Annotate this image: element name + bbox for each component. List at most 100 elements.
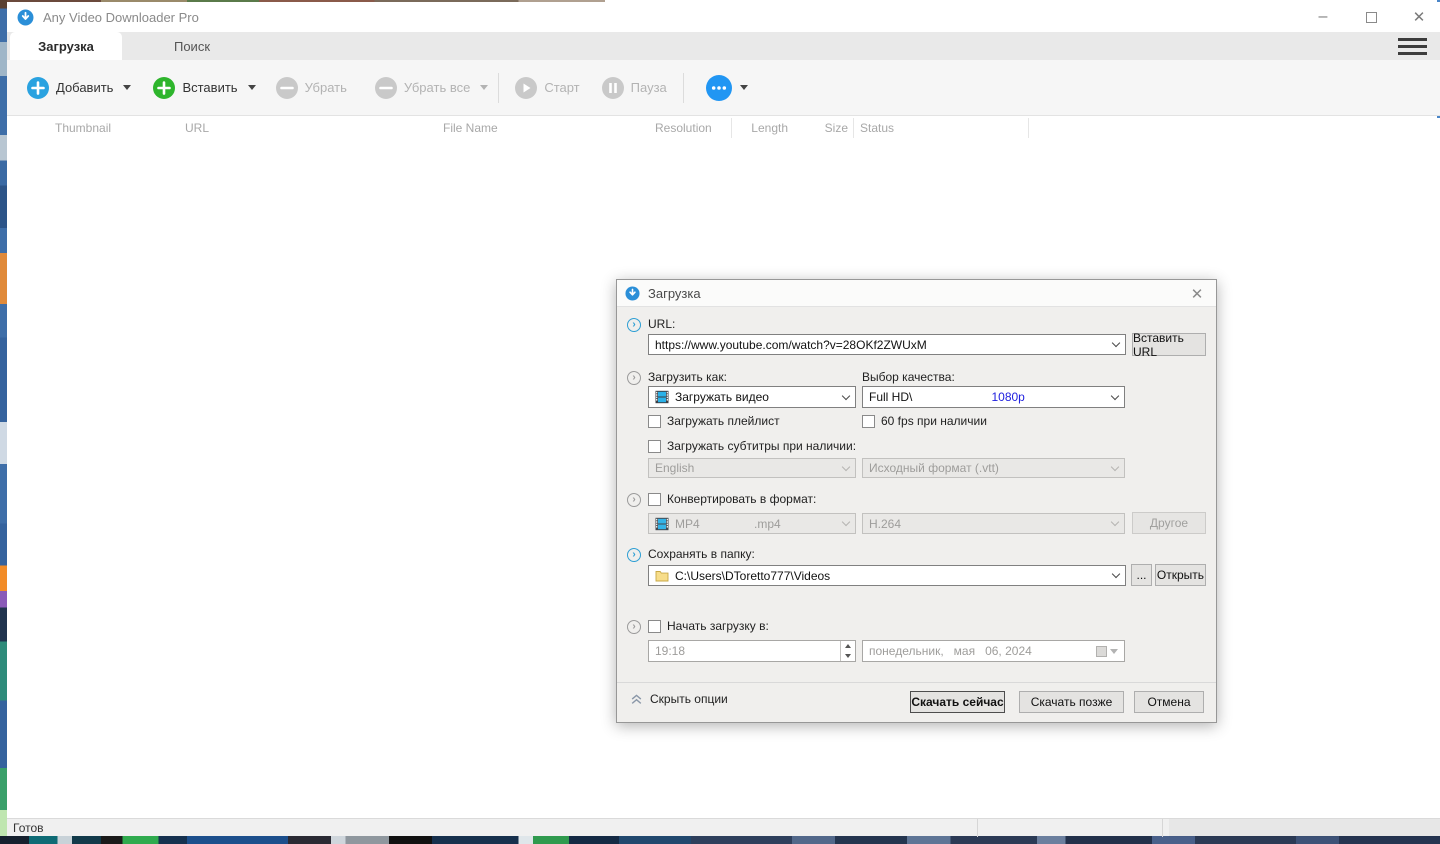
convert-format-value: MP4: [675, 516, 700, 531]
status-bar: Готов: [7, 818, 1440, 837]
calendar-dropdown[interactable]: [1096, 645, 1118, 657]
window-title: Any Video Downloader Pro: [43, 9, 199, 25]
quality-selected: 1080p: [991, 390, 1025, 404]
url-label: URL:: [648, 317, 676, 331]
section-chevron-icon: ›: [627, 493, 641, 507]
tab-bar: Загрузка Поиск: [7, 32, 1440, 60]
subtitle-format-combobox[interactable]: Исходный формат (.vtt): [862, 458, 1125, 478]
start-button[interactable]: Старт: [509, 70, 585, 106]
status-bar-right-pane: [1169, 819, 1440, 837]
quality-combobox[interactable]: Full HD\ 1080p: [862, 386, 1125, 408]
download-later-button[interactable]: Скачать позже: [1019, 691, 1124, 713]
playlist-checkbox-label: Загружать плейлист: [667, 414, 780, 428]
film-strip-icon: [655, 390, 669, 404]
tab-download[interactable]: Загрузка: [10, 32, 122, 60]
url-value: https://www.youtube.com/watch?v=28OKf2ZW…: [655, 337, 927, 352]
close-button[interactable]: ✕: [1408, 6, 1430, 28]
convert-extension: .mp4: [754, 516, 781, 531]
pause-button[interactable]: Пауза: [596, 70, 673, 106]
paste-plus-icon: [153, 76, 176, 99]
paste-url-button[interactable]: Вставить URL: [1132, 331, 1206, 359]
remove-all-minus-icon: [374, 76, 397, 99]
open-folder-button[interactable]: Открыть: [1155, 564, 1206, 586]
column-length[interactable]: Length: [732, 118, 800, 138]
section-chevron-icon: ›: [627, 371, 641, 385]
schedule-checkbox-row: Начать загрузку в:: [648, 619, 769, 633]
convert-format-combobox[interactable]: MP4 .mp4: [648, 513, 856, 534]
remove-minus-icon: [275, 76, 298, 99]
chevron-down-icon[interactable]: [1110, 391, 1120, 400]
fps-checkbox-label: 60 fps при наличии: [881, 414, 987, 428]
browse-folder-button[interactable]: ...: [1131, 564, 1152, 586]
tab-search[interactable]: Поиск: [122, 32, 262, 60]
save-folder-label: Сохранять в папку:: [648, 547, 755, 561]
playlist-checkbox[interactable]: [648, 414, 661, 428]
section-chevron-icon: ›: [627, 318, 641, 332]
paste-button[interactable]: Вставить: [147, 70, 243, 106]
download-as-label: Загрузить как:: [648, 370, 727, 384]
paste-dropdown-caret[interactable]: [247, 85, 256, 90]
toolbar: Добавить Вставить Убрать Убрать все Стар…: [7, 60, 1440, 116]
calendar-caret-icon: [1110, 648, 1118, 654]
chevron-down-icon[interactable]: [1111, 338, 1121, 348]
time-spinner-buttons[interactable]: [840, 641, 855, 661]
app-download-icon: [17, 9, 34, 25]
column-status[interactable]: Status: [854, 118, 1029, 138]
menu-hamburger-icon[interactable]: [1398, 38, 1427, 55]
subtitles-checkbox[interactable]: [648, 439, 661, 453]
pause-icon: [601, 76, 624, 99]
fps-checkbox[interactable]: [862, 414, 875, 428]
save-folder-value: C:\Users\DToretto777\Videos: [675, 568, 831, 583]
section-chevron-icon: ›: [627, 548, 641, 562]
calendar-icon: [1096, 645, 1107, 657]
chevron-down-icon: [841, 462, 851, 471]
remove-all-button[interactable]: Убрать все: [369, 70, 476, 106]
subtitle-language-value: English: [655, 461, 695, 475]
dialog-title-bar: Загрузка ✕: [617, 280, 1216, 307]
add-plus-icon: [27, 76, 49, 99]
save-folder-combobox[interactable]: C:\Users\DToretto777\Videos: [648, 565, 1126, 586]
url-combobox[interactable]: https://www.youtube.com/watch?v=28OKf2ZW…: [648, 334, 1126, 355]
quality-label: Выбор качества:: [862, 370, 955, 384]
column-resolution[interactable]: Resolution: [655, 118, 732, 138]
download-as-combobox[interactable]: Загружать видео: [648, 386, 856, 408]
column-size[interactable]: Size: [800, 118, 854, 138]
schedule-date-value: понедельник, мая 06, 2024: [869, 644, 1032, 658]
chevron-down-icon[interactable]: [841, 391, 851, 400]
download-list-header: Thumbnail URL File Name Resolution Lengt…: [7, 118, 1440, 138]
column-thumbnail[interactable]: Thumbnail: [7, 118, 185, 138]
minimize-button[interactable]: –: [1312, 6, 1334, 28]
double-chevron-up-icon: [631, 693, 642, 704]
download-now-button[interactable]: Скачать сейчас: [910, 691, 1005, 713]
column-file-name[interactable]: File Name: [443, 118, 655, 138]
maximize-button[interactable]: [1360, 6, 1382, 28]
cancel-button[interactable]: Отмена: [1134, 691, 1204, 713]
quality-value: Full HD\: [869, 390, 913, 404]
schedule-time-spinner[interactable]: 19:18: [648, 640, 856, 662]
schedule-date-picker[interactable]: понедельник, мая 06, 2024: [862, 640, 1125, 662]
schedule-checkbox[interactable]: [648, 619, 661, 633]
remove-button[interactable]: Убрать: [270, 70, 353, 106]
hide-options-link[interactable]: Скрыть опции: [630, 692, 728, 706]
add-dropdown-caret[interactable]: [123, 85, 132, 90]
chevron-down-icon[interactable]: [1111, 569, 1121, 579]
toolbar-separator: [682, 72, 684, 103]
start-play-icon: [515, 76, 538, 99]
spin-up-icon[interactable]: [841, 641, 855, 651]
subtitle-language-combobox[interactable]: English: [648, 458, 856, 478]
start-label: Старт: [544, 80, 580, 95]
section-chevron-icon: ›: [627, 620, 641, 634]
convert-codec-combobox[interactable]: H.264: [862, 513, 1125, 534]
convert-other-button[interactable]: Другое: [1132, 512, 1206, 534]
column-url[interactable]: URL: [185, 118, 443, 138]
dialog-close-icon[interactable]: ✕: [1187, 284, 1207, 304]
subtitles-checkbox-row: Загружать субтитры при наличии:: [648, 439, 856, 453]
spin-down-icon[interactable]: [841, 651, 855, 661]
convert-checkbox[interactable]: [648, 492, 661, 506]
add-button[interactable]: Добавить: [21, 70, 119, 106]
remove-all-dropdown-caret[interactable]: [480, 85, 489, 90]
more-dots-icon: [705, 74, 732, 101]
film-strip-icon: [655, 517, 669, 530]
title-bar: Any Video Downloader Pro – ✕: [7, 2, 1440, 32]
more-actions-button[interactable]: [705, 74, 748, 101]
